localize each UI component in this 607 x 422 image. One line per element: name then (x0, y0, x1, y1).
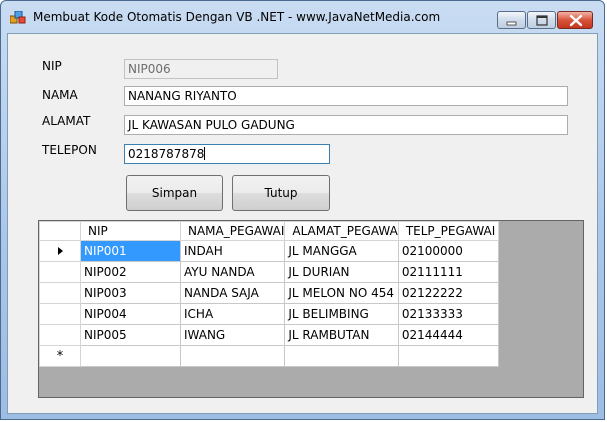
grid-cell[interactable]: JL MANGGA (284, 240, 399, 262)
row-header[interactable] (39, 282, 81, 304)
current-row-arrow-icon (57, 247, 63, 255)
alamat-label: ALAMAT (42, 114, 91, 128)
alamat-field[interactable]: JL KAWASAN PULO GADUNG (124, 115, 568, 135)
grid-cell[interactable]: 02144444 (397, 324, 499, 346)
nip-field: NIP006 (124, 59, 278, 79)
grid-cell[interactable]: IWANG (179, 324, 286, 346)
grid-cell-empty[interactable] (80, 345, 181, 367)
grid-cell[interactable]: NANDA SAJA (179, 282, 286, 304)
column-header-nip[interactable]: NIP (80, 221, 181, 241)
table-row[interactable]: NIP004 ICHA JL BELIMBING 02133333 (39, 303, 499, 325)
close-icon (569, 14, 583, 27)
grid-cell[interactable]: 02133333 (397, 303, 499, 325)
nama-label: NAMA (42, 88, 78, 102)
minimize-icon (506, 21, 517, 26)
title-bar[interactable]: Membuat Kode Otomatis Dengan VB .NET - w… (1, 1, 604, 33)
maximize-button[interactable] (527, 11, 556, 29)
column-header-telp-pegawai[interactable]: TELP_PEGAWAI (397, 221, 499, 241)
grid-cell[interactable]: NIP001 (80, 240, 181, 262)
grid-cell[interactable]: NIP002 (80, 261, 181, 283)
grid-table: NIP NAMA_PEGAWAI ALAMAT_PEGAWA TELP_PEGA… (39, 221, 499, 367)
new-row-marker-icon: * (56, 349, 64, 364)
row-header[interactable] (39, 261, 81, 283)
grid-cell[interactable]: JL MELON NO 454 (284, 282, 399, 304)
minimize-button[interactable] (497, 11, 526, 29)
nama-field[interactable]: NANANG RIYANTO (124, 86, 568, 106)
table-row[interactable]: NIP002 AYU NANDA JL DURIAN 02111111 (39, 261, 499, 283)
grid-cell[interactable]: ICHA (179, 303, 286, 325)
grid-cell-empty[interactable] (397, 345, 499, 367)
grid-cell[interactable]: NIP005 (80, 324, 181, 346)
table-row[interactable]: NIP001 INDAH JL MANGGA 02100000 (39, 240, 499, 262)
simpan-button[interactable]: Simpan (126, 175, 223, 211)
tutup-button[interactable]: Tutup (232, 175, 330, 211)
grid-cell[interactable]: 02111111 (397, 261, 499, 283)
table-row[interactable]: NIP005 IWANG JL RAMBUTAN 02144444 (39, 324, 499, 346)
grid-cell[interactable]: INDAH (179, 240, 286, 262)
grid-cell-empty[interactable] (179, 345, 286, 367)
grid-cell[interactable]: 02100000 (397, 240, 499, 262)
grid-cell[interactable]: 02122222 (397, 282, 499, 304)
column-header-alamat-pegawai[interactable]: ALAMAT_PEGAWA (284, 221, 399, 241)
row-header[interactable] (39, 303, 81, 325)
form-client-area: NIP NIP006 NAMA NANANG RIYANTO ALAMAT JL… (7, 33, 598, 414)
row-header-current[interactable] (39, 240, 81, 262)
grid-cell[interactable]: NIP004 (80, 303, 181, 325)
new-row[interactable]: * (39, 345, 499, 367)
grid-cell[interactable]: JL BELIMBING (284, 303, 399, 325)
grid-cell[interactable]: JL DURIAN (284, 261, 399, 283)
grid-cell[interactable]: NIP003 (80, 282, 181, 304)
window-title: Membuat Kode Otomatis Dengan VB .NET - w… (33, 10, 441, 24)
grid-cell-empty[interactable] (284, 345, 399, 367)
grid-cell[interactable]: AYU NANDA (179, 261, 286, 283)
nip-label: NIP (42, 59, 62, 73)
row-header[interactable] (39, 324, 81, 346)
grid-cell[interactable]: JL RAMBUTAN (284, 324, 399, 346)
telepon-label: TELEPON (42, 143, 97, 157)
text-caret (204, 147, 206, 160)
app-window-icon (10, 11, 26, 24)
column-header-nama-pegawai[interactable]: NAMA_PEGAWAI (179, 221, 286, 241)
close-button[interactable] (557, 11, 593, 29)
maximize-icon (536, 15, 548, 26)
grid-corner-header[interactable] (39, 221, 81, 241)
app-window: Membuat Kode Otomatis Dengan VB .NET - w… (0, 0, 605, 420)
telepon-field[interactable]: 0218787878 (124, 144, 330, 164)
table-row[interactable]: NIP003 NANDA SAJA JL MELON NO 454 021222… (39, 282, 499, 304)
new-row-header[interactable]: * (39, 345, 81, 367)
telepon-value: 0218787878 (128, 147, 205, 161)
grid-header-row: NIP NAMA_PEGAWAI ALAMAT_PEGAWA TELP_PEGA… (39, 221, 499, 241)
pegawai-data-grid[interactable]: NIP NAMA_PEGAWAI ALAMAT_PEGAWA TELP_PEGA… (38, 220, 584, 398)
